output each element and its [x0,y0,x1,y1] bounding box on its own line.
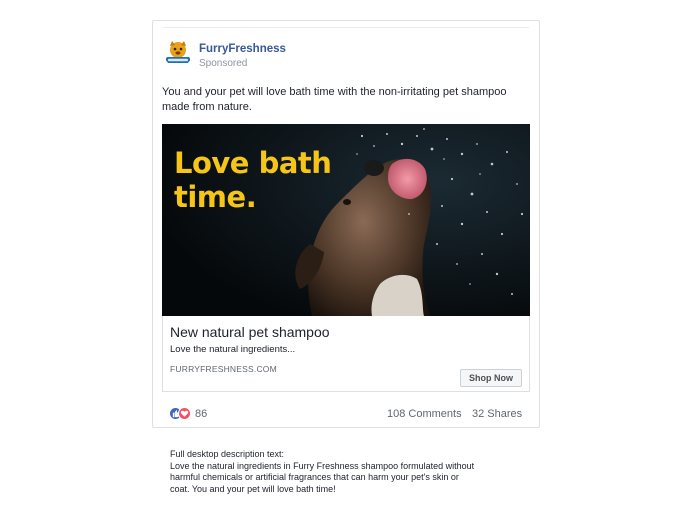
post-primary-text: You and your pet will love bath time wit… [162,86,507,113]
love-reaction-icon [178,407,191,420]
page-avatar-logo[interactable] [164,39,192,67]
desktop-description-text: Love the natural ingredients in Furry Fr… [170,460,475,494]
shop-now-button[interactable]: Shop Now [460,369,522,387]
ad-headline-overlay: Love bath time. [174,146,332,214]
link-description: Love the natural ingredients... [170,344,296,355]
divider [163,27,529,28]
link-title[interactable]: New natural pet shampoo [170,324,330,340]
sponsored-label[interactable]: Sponsored [199,58,247,69]
desktop-description: Full desktop description text: Love the … [170,449,530,495]
reaction-count: 86 [195,408,208,420]
shares-count-link[interactable]: 32 Shares [472,408,522,420]
desktop-description-label: Full desktop description text: [170,449,285,459]
page-name-link[interactable]: FurryFreshness [199,43,286,55]
comments-count-link[interactable]: 108 Comments [387,408,462,420]
link-preview[interactable]: New natural pet shampoo Love the natural… [162,316,530,392]
ad-image[interactable]: Love bath time. [162,124,530,316]
link-domain: FURRYFRESHNESS.COM [170,364,277,374]
sponsored-post: FurryFreshness Sponsored You and your pe… [152,20,540,428]
